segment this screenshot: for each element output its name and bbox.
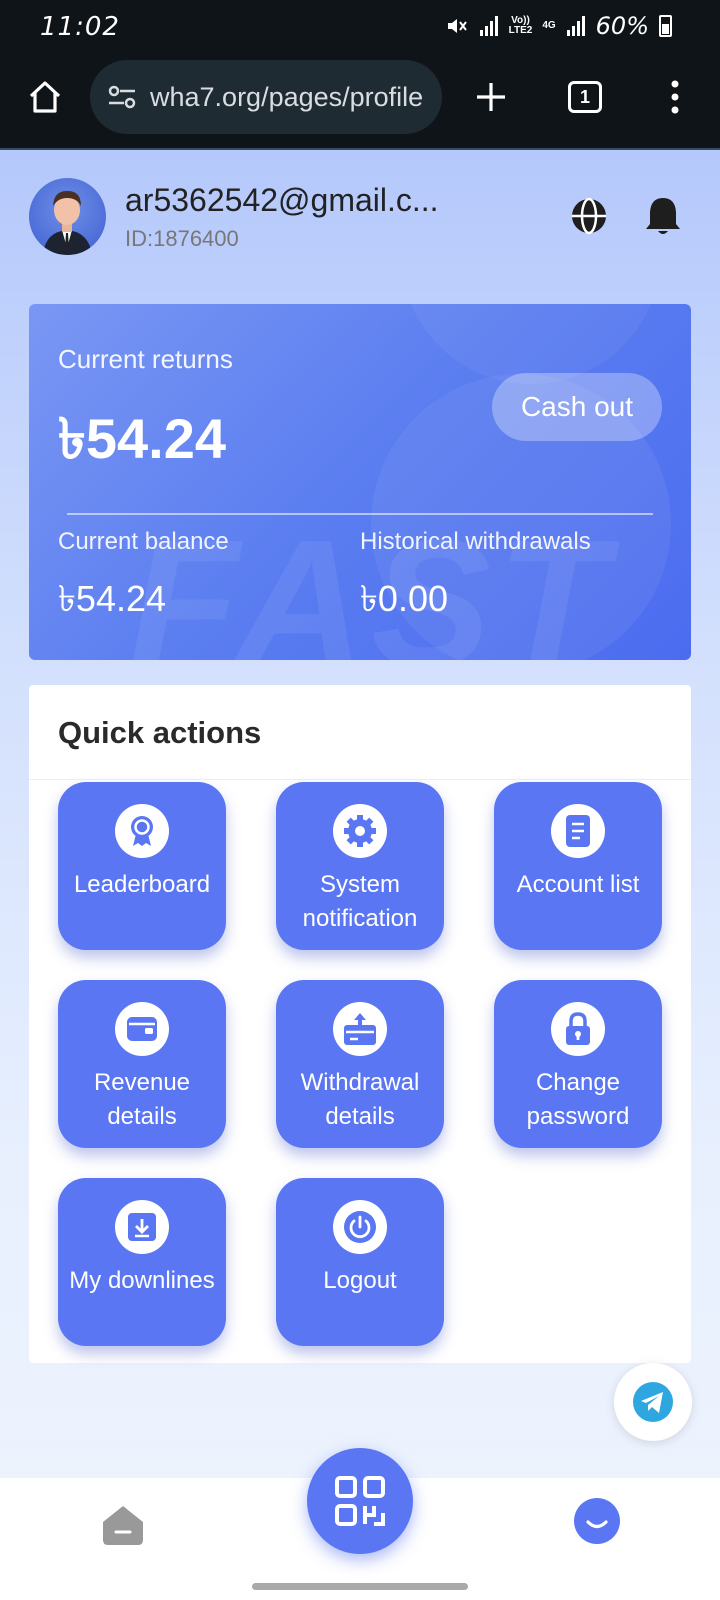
change-password-button[interactable]: Change password (494, 980, 662, 1148)
url-text: wha7.org/pages/profile (150, 81, 424, 112)
gear-icon (333, 804, 387, 858)
signal-icon (566, 16, 585, 36)
cash-box-icon (333, 1002, 387, 1056)
document-icon (551, 804, 605, 858)
network-indicator: Vo)) LTE2 (509, 16, 533, 36)
home-icon (29, 81, 61, 113)
card-decoration (401, 304, 661, 384)
notifications-button[interactable] (641, 194, 685, 238)
telegram-button[interactable] (614, 1363, 692, 1441)
mute-icon (447, 19, 467, 33)
tab-count: 1 (568, 81, 602, 113)
current-balance-value: ৳54.24 (58, 578, 167, 619)
lock-icon-svg (566, 1012, 590, 1045)
user-id: ID:1876400 (125, 226, 239, 251)
bell-icon (646, 198, 680, 234)
power-icon (333, 1200, 387, 1254)
plus-icon (477, 83, 505, 111)
system-notification-label: System notification (302, 871, 418, 932)
balance-card: FAST Current returns ৳54.24 Cash out Cur… (29, 304, 691, 660)
status-icons: Vo)) LTE2 4G 60% (445, 12, 672, 40)
current-returns-value: ৳54.24 (58, 407, 227, 470)
quick-actions-panel: Quick actions Leaderboard System notific… (29, 685, 691, 1363)
nav-profile-button[interactable] (574, 1498, 620, 1544)
leaderboard-label: Leaderboard (73, 871, 211, 898)
withdrawal-details-button[interactable]: Withdrawal details (276, 980, 444, 1148)
avatar[interactable] (29, 178, 106, 255)
account-list-label: Account list (516, 871, 640, 898)
system-notification-button[interactable]: System notification (276, 782, 444, 950)
card-divider (67, 513, 653, 515)
home-button[interactable] (18, 70, 72, 124)
more-menu-button[interactable] (648, 70, 702, 124)
profile-page: ar5362542@gmail.c... ID:1876400 FAST Cur… (0, 150, 720, 1600)
browser-toolbar: wha7.org/pages/profile 1 (0, 52, 720, 150)
tab-switcher-button[interactable]: 1 (558, 70, 612, 124)
gesture-home-indicator[interactable] (252, 1583, 468, 1590)
home-icon (103, 1506, 143, 1545)
document-icon-svg (566, 815, 590, 847)
profile-header: ar5362542@gmail.c... ID:1876400 (29, 178, 691, 258)
award-icon (115, 804, 169, 858)
my-downlines-button[interactable]: My downlines (58, 1178, 226, 1346)
qr-code-icon (335, 1476, 385, 1526)
user-email: ar5362542@gmail.c... (125, 182, 439, 218)
revenue-details-button[interactable]: Revenue details (58, 980, 226, 1148)
bottom-navigation (0, 1448, 720, 1600)
telegram-icon (633, 1382, 673, 1422)
current-balance-label: Current balance (58, 528, 229, 555)
quick-actions-divider (29, 779, 691, 780)
logout-button[interactable]: Logout (276, 1178, 444, 1346)
network-type: 4G (542, 20, 556, 31)
site-settings-icon (108, 85, 136, 109)
battery-icon (659, 15, 672, 37)
withdrawal-details-label: Withdrawal details (300, 1069, 420, 1130)
battery-percent: 60% (595, 12, 649, 40)
leaderboard-button[interactable]: Leaderboard (58, 782, 226, 950)
revenue-details-label: Revenue details (93, 1069, 191, 1130)
lte-label: LTE2 (508, 25, 533, 36)
quick-actions-title: Quick actions (58, 715, 262, 750)
download-icon-svg (128, 1213, 156, 1241)
user-avatar-icon (43, 190, 92, 255)
current-returns-label: Current returns (58, 344, 233, 374)
address-bar[interactable]: wha7.org/pages/profile (90, 60, 442, 134)
status-bar: 11:02 Vo)) LTE2 4G 60% (0, 0, 720, 52)
new-tab-button[interactable] (464, 70, 518, 124)
wallet-icon-svg (127, 1017, 157, 1041)
power-icon-svg (344, 1211, 376, 1243)
globe-icon (572, 197, 606, 235)
wallet-icon (115, 1002, 169, 1056)
cash-out-button[interactable]: Cash out (492, 373, 662, 441)
logout-label: Logout (323, 1267, 397, 1294)
cash-box-icon-svg (344, 1013, 376, 1045)
nav-scan-button[interactable] (307, 1448, 413, 1554)
status-time: 11:02 (40, 12, 120, 42)
nav-home-button[interactable] (100, 1504, 146, 1546)
download-icon (115, 1200, 169, 1254)
award-icon-svg (131, 816, 153, 846)
account-list-button[interactable]: Account list (494, 782, 662, 950)
gear-icon-svg (344, 815, 376, 847)
historical-withdrawals-value: ৳0.00 (360, 578, 448, 619)
lock-icon (551, 1002, 605, 1056)
my-downlines-label: My downlines (69, 1267, 215, 1294)
smile-icon (586, 1520, 608, 1529)
historical-withdrawals-label: Historical withdrawals (360, 528, 591, 555)
signal-icon (479, 16, 498, 36)
change-password-label: Change password (526, 1069, 630, 1130)
more-vertical-icon (671, 80, 679, 114)
language-button[interactable] (567, 194, 611, 238)
